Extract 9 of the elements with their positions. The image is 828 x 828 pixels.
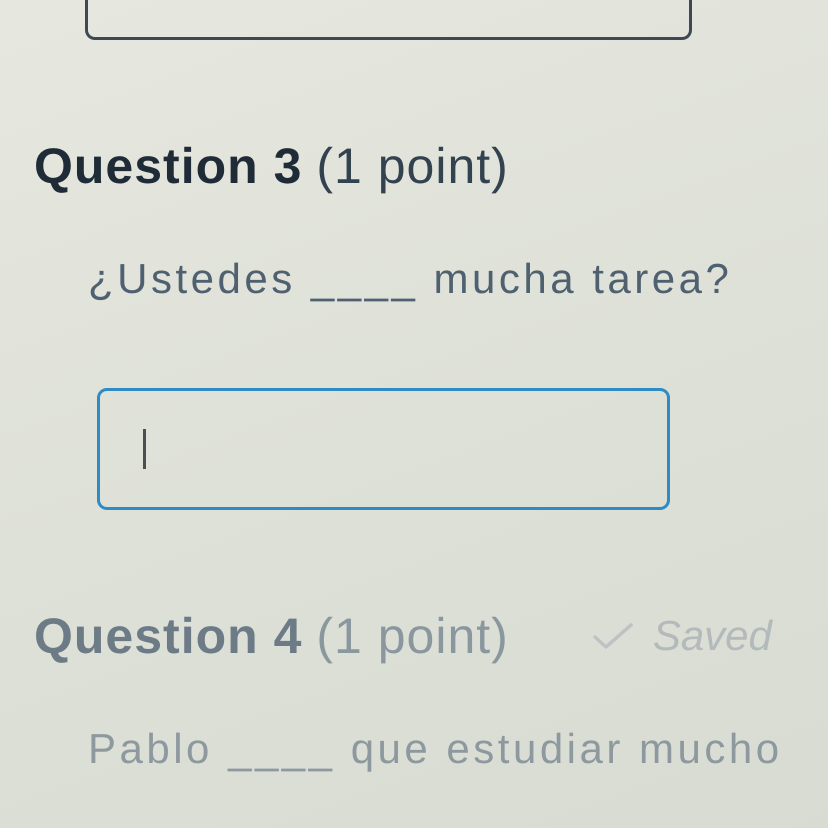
points-label: (1 point) (316, 137, 509, 196)
question-prompt: Pablo ____ que estudiar mucho (87, 724, 784, 774)
text-cursor-icon (143, 429, 146, 470)
answer-box[interactable] (85, 0, 692, 40)
question-title: Question 4 (34, 607, 302, 666)
checkmark-icon (592, 623, 633, 650)
points-label: (1 point) (316, 607, 509, 666)
question-prompt: ¿Ustedes ____ mucha tarea? (87, 254, 734, 304)
question-title: Question 3 (34, 137, 302, 196)
